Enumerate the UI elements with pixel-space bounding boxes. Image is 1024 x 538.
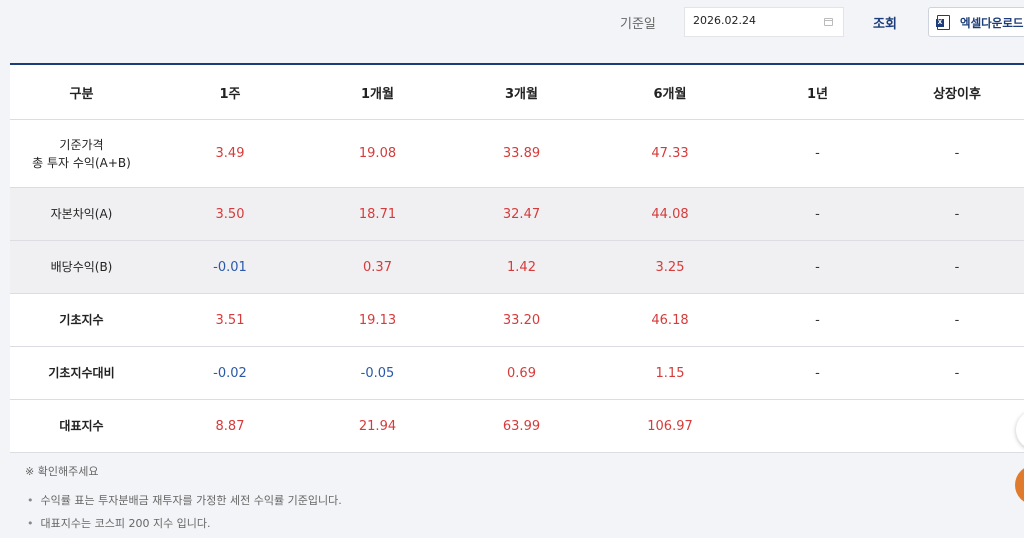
table-row: 기초지수대비 -0.02 -0.05 0.69 1.15 - -	[10, 346, 1024, 400]
row-label: 대표지수	[10, 399, 153, 453]
row-label: 자본차익(A)	[10, 187, 153, 241]
table-cell: 32.47	[448, 187, 595, 241]
table-cell: 44.08	[595, 187, 745, 241]
table-cell: -	[890, 187, 1024, 241]
table-cell: 33.89	[448, 119, 595, 188]
table-cell	[745, 399, 890, 453]
table-cell: -0.05	[307, 346, 448, 400]
table-cell: -	[745, 119, 890, 188]
returns-table-container: 구분 1주 1개월 3개월 6개월 1년 상장이후 기준가격 총 투자 수익(A…	[10, 63, 1024, 453]
search-button[interactable]: 조회	[873, 13, 897, 32]
table-cell: -	[890, 346, 1024, 400]
notes-title: ※ 확인해주세요	[25, 465, 99, 478]
returns-table: 구분 1주 1개월 3개월 6개월 1년 상장이후 기준가격 총 투자 수익(A…	[10, 63, 1024, 453]
table-row: 자본차익(A) 3.50 18.71 32.47 44.08 - -	[10, 187, 1024, 241]
table-cell: 106.97	[595, 399, 745, 453]
table-cell: 3.49	[153, 119, 307, 188]
date-picker[interactable]	[684, 7, 844, 37]
table-cell: -0.02	[153, 346, 307, 400]
table-row: 기준가격 총 투자 수익(A+B) 3.49 19.08 33.89 47.33…	[10, 119, 1024, 188]
table-cell: 18.71	[307, 187, 448, 241]
notes-section: ※ 확인해주세요 수익률 표는 투자분배금 재투자를 가정한 세전 수익률 기준…	[25, 463, 342, 538]
floating-chat-button[interactable]	[1015, 465, 1024, 505]
column-header: 구분	[10, 64, 153, 120]
note-item: 수익률 표는 투자분배금 재투자를 가정한 세전 수익률 기준입니다.	[27, 492, 342, 508]
table-cell: -	[745, 293, 890, 347]
excel-download-button[interactable]: X 엑셀다운로드	[928, 7, 1024, 37]
table-cell: 47.33	[595, 119, 745, 188]
table-cell: -0.01	[153, 240, 307, 294]
table-cell: 46.18	[595, 293, 745, 347]
table-cell: 1.42	[448, 240, 595, 294]
table-cell: -	[745, 346, 890, 400]
table-row: 대표지수 8.87 21.94 63.99 106.97	[10, 399, 1024, 453]
table-cell: -	[890, 293, 1024, 347]
table-cell: 3.50	[153, 187, 307, 241]
table-cell: 8.87	[153, 399, 307, 453]
table-cell: -	[745, 187, 890, 241]
table-cell	[890, 399, 1024, 453]
table-cell: 19.08	[307, 119, 448, 188]
excel-download-label: 엑셀다운로드	[960, 16, 1024, 30]
table-cell: 63.99	[448, 399, 595, 453]
table-cell: 19.13	[307, 293, 448, 347]
date-label: 기준일	[620, 17, 656, 32]
table-row: 배당수익(B) -0.01 0.37 1.42 3.25 - -	[10, 240, 1024, 294]
column-header: 6개월	[595, 64, 745, 120]
row-label-cell: 기준가격 총 투자 수익(A+B)	[10, 119, 153, 188]
date-input[interactable]	[693, 14, 813, 27]
column-header: 1주	[153, 64, 307, 120]
row-label: 기초지수대비	[10, 346, 153, 400]
column-header: 3개월	[448, 64, 595, 120]
calendar-icon[interactable]	[824, 18, 833, 26]
table-cell: 33.20	[448, 293, 595, 347]
table-header-row: 구분 1주 1개월 3개월 6개월 1년 상장이후	[10, 64, 1024, 120]
table-cell: 21.94	[307, 399, 448, 453]
table-cell: 3.51	[153, 293, 307, 347]
table-cell: -	[745, 240, 890, 294]
table-cell: -	[890, 240, 1024, 294]
table-cell: 1.15	[595, 346, 745, 400]
row-label: 배당수익(B)	[10, 240, 153, 294]
table-row: 기초지수 3.51 19.13 33.20 46.18 - -	[10, 293, 1024, 347]
column-header: 1년	[745, 64, 890, 120]
column-header: 1개월	[307, 64, 448, 120]
row-sublabel: 총 투자 수익(A+B)	[32, 155, 131, 170]
table-cell: 0.37	[307, 240, 448, 294]
toolbar: 기준일 조회 X 엑셀다운로드	[0, 0, 1024, 48]
table-cell: 3.25	[595, 240, 745, 294]
table-cell: 0.69	[448, 346, 595, 400]
table-cell: -	[890, 119, 1024, 188]
excel-icon: X	[936, 15, 950, 30]
note-item: 대표지수는 코스피 200 지수 입니다.	[27, 515, 342, 531]
row-label: 기초지수	[10, 293, 153, 347]
column-header: 상장이후	[890, 64, 1024, 120]
row-label: 기준가격	[59, 137, 104, 152]
